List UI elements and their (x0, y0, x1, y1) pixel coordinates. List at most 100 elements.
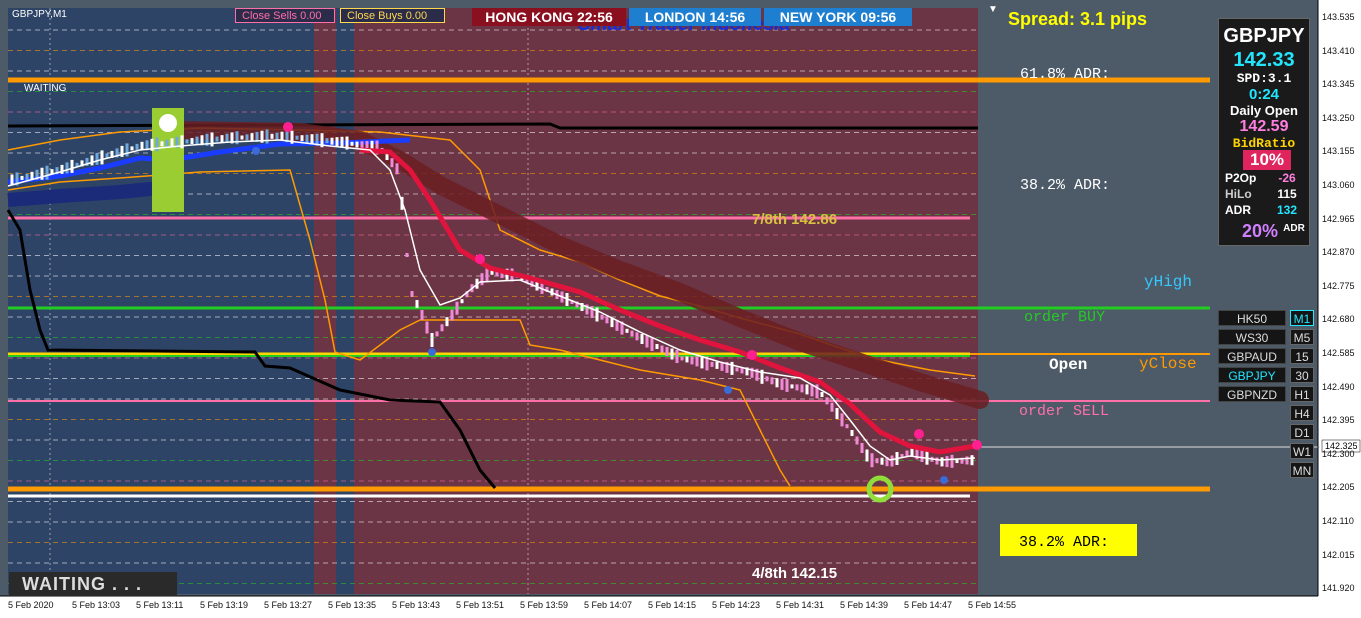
symbol-timeframe-label: GBPJPY,M1 (12, 9, 67, 20)
candle (480, 273, 484, 286)
candle (155, 137, 159, 152)
close-sells-button[interactable]: Close Sells 0.00 (235, 8, 335, 23)
candle (675, 350, 679, 363)
time-axis-tick: 5 Feb 13:43 (392, 600, 441, 610)
candle (625, 328, 629, 333)
panel-adr: 132 (1276, 203, 1298, 217)
candle (215, 136, 219, 142)
candle (395, 163, 399, 175)
timeframe-button-h1[interactable]: H1 (1290, 386, 1314, 402)
timeframe-button-d1[interactable]: D1 (1290, 424, 1314, 440)
timeframe-button-h4[interactable]: H4 (1290, 405, 1314, 421)
candle (325, 138, 329, 144)
time-axis-tick: 5 Feb 14:31 (776, 600, 825, 610)
symbol-button-gbpaud[interactable]: GBPAUD (1218, 348, 1286, 364)
price-chart[interactable] (0, 0, 1361, 618)
london-session-area (354, 8, 978, 594)
time-axis-tick: 5 Feb 13:59 (520, 600, 569, 610)
candle (70, 159, 74, 173)
symbol-button-hk50[interactable]: HK50 (1218, 310, 1286, 326)
murrey-48-label: 4/8th 142.15 (752, 565, 838, 582)
candle (130, 146, 134, 151)
candle (870, 453, 874, 468)
timeframe-button-w1[interactable]: W1 (1290, 443, 1314, 459)
price-axis-tick: 142.870 (1322, 247, 1355, 258)
candle (700, 356, 704, 369)
marker-pink-3 (747, 350, 757, 360)
candle (915, 449, 919, 460)
timeframe-button-mn[interactable]: MN (1290, 462, 1314, 478)
candle (25, 173, 29, 180)
symbol-button-gbpnzd[interactable]: GBPNZD (1218, 386, 1286, 402)
timeframe-button-15[interactable]: 15 (1290, 348, 1314, 364)
candle (65, 162, 69, 174)
price-axis-tick: 143.250 (1322, 112, 1355, 123)
candle (795, 384, 799, 391)
price-axis-tick: 142.680 (1322, 314, 1355, 325)
panel-bidratio-label: BidRatio (1232, 136, 1296, 151)
candle (300, 135, 304, 142)
adr-618-label: 61.8% ADR: (1020, 66, 1111, 83)
candle (455, 301, 459, 315)
candle (710, 361, 714, 367)
candle (685, 356, 689, 363)
candle (220, 135, 224, 143)
candle (730, 361, 734, 375)
price-axis-tick: 142.965 (1322, 213, 1355, 224)
candle (765, 376, 769, 382)
time-axis-tick: 5 Feb 13:27 (264, 600, 313, 610)
candle (330, 137, 334, 145)
candle (860, 443, 864, 453)
candle (775, 378, 779, 388)
marker-pink-4 (914, 429, 924, 439)
candle (790, 384, 794, 389)
session-hong-kong: HONG KONG 22:56 (472, 8, 626, 26)
arrow-down-icon: ▼ (988, 4, 998, 15)
marker-pink-5 (972, 440, 982, 450)
panel-spd: SPD:3.1 (1236, 71, 1292, 86)
candle (425, 321, 429, 334)
candle (335, 137, 339, 147)
candle (935, 457, 939, 465)
candle (420, 310, 424, 320)
session-area-b (336, 8, 354, 594)
panel-daily-open-label: Daily Open (1230, 103, 1298, 118)
price-axis-tick: 143.060 (1322, 180, 1355, 190)
candle (450, 309, 454, 321)
candle (165, 139, 169, 147)
marker-blue-1 (252, 147, 260, 155)
candle (830, 402, 834, 412)
signal-circle (159, 114, 177, 132)
candle (405, 253, 409, 257)
candle (485, 267, 489, 282)
time-axis-tick: 5 Feb 14:23 (712, 600, 761, 610)
time-axis-tick: 5 Feb 14:55 (968, 600, 1017, 610)
timeframe-button-m5[interactable]: M5 (1290, 329, 1314, 345)
candle (825, 397, 829, 405)
symbol-button-ws30[interactable]: WS30 (1218, 329, 1286, 345)
panel-p2op: -26 (1278, 171, 1296, 185)
price-axis-tick: 142.775 (1322, 280, 1355, 291)
timeframe-button-30[interactable]: 30 (1290, 367, 1314, 383)
panel-hilo-label: HiLo (1225, 187, 1252, 201)
candle (970, 455, 974, 466)
time-axis-tick: 5 Feb 13:35 (328, 600, 377, 610)
candle (270, 133, 274, 139)
symbol-button-gbpjpy[interactable]: GBPJPY (1218, 367, 1286, 383)
asia-session-area (8, 8, 314, 594)
marker-blue-3 (724, 386, 732, 394)
candle (865, 449, 869, 462)
candle (275, 132, 279, 140)
candle (690, 356, 694, 365)
candle (610, 318, 614, 328)
candle (20, 175, 24, 180)
close-buys-button[interactable]: Close Buys 0.00 (340, 8, 445, 23)
time-axis-tick: 5 Feb 14:15 (648, 600, 697, 610)
candle (190, 138, 194, 145)
price-axis-tick: 142.490 (1322, 381, 1355, 392)
candle (460, 299, 464, 304)
candle (920, 450, 924, 462)
timeframe-button-m1[interactable]: M1 (1290, 310, 1314, 326)
murrey-78-label: 7/8th 142.86 (752, 211, 838, 228)
candle (835, 408, 839, 420)
